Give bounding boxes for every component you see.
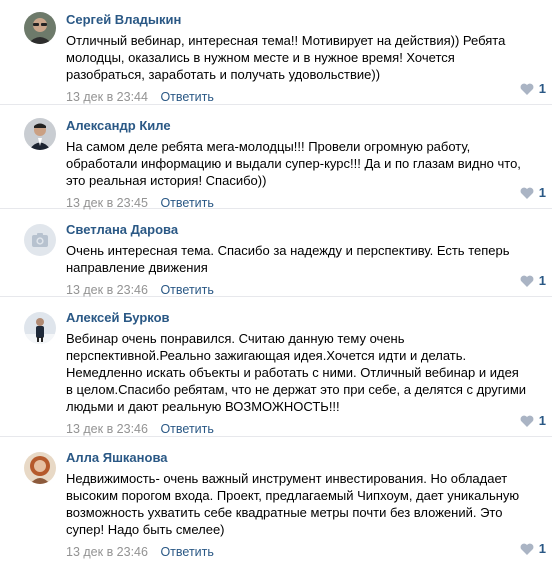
comment-item: Алла Яшканова Недвижимость- очень важный…: [0, 436, 552, 564]
like-count: 1: [538, 541, 546, 556]
comment-text: На самом деле ребята мега-молодцы!!! Про…: [66, 139, 521, 188]
comment-author[interactable]: Светлана Дарова: [66, 222, 538, 238]
avatar[interactable]: [24, 452, 56, 484]
comment-author[interactable]: Сергей Владыкин: [66, 12, 538, 28]
like-button[interactable]: 1: [520, 273, 546, 288]
comment-author[interactable]: Алла Яшканова: [66, 450, 538, 466]
heart-icon: [520, 187, 534, 199]
reply-button[interactable]: Ответить: [160, 283, 213, 297]
avatar[interactable]: [24, 224, 56, 256]
comment-date[interactable]: 13 дек в 23:44: [66, 90, 148, 104]
avatar[interactable]: [24, 312, 56, 344]
comment-item: Сергей Владыкин Отличный вебинар, интере…: [0, 0, 552, 105]
like-button[interactable]: 1: [520, 413, 546, 428]
avatar[interactable]: [24, 118, 56, 150]
comment-author[interactable]: Александр Киле: [66, 118, 538, 134]
comment-item: Алексей Бурков Вебинар очень понравился.…: [0, 296, 552, 437]
like-button[interactable]: 1: [520, 541, 546, 556]
reply-button[interactable]: Ответить: [160, 422, 213, 436]
camera-icon: [32, 233, 48, 247]
heart-icon: [520, 275, 534, 287]
comment-text: Очень интересная тема. Спасибо за надежд…: [66, 243, 510, 275]
like-count: 1: [538, 185, 546, 200]
heart-icon: [520, 543, 534, 555]
comments-feed: Сергей Владыкин Отличный вебинар, интере…: [0, 0, 552, 564]
comment-date[interactable]: 13 дек в 23:46: [66, 283, 148, 297]
like-count: 1: [538, 81, 546, 96]
comment-meta: 13 дек в 23:46 Ответить: [66, 421, 538, 437]
reply-button[interactable]: Ответить: [160, 545, 213, 559]
like-button[interactable]: 1: [520, 185, 546, 200]
comment-item: Светлана Дарова Очень интересная тема. С…: [0, 208, 552, 297]
heart-icon: [520, 83, 534, 95]
like-button[interactable]: 1: [520, 81, 546, 96]
reply-button[interactable]: Ответить: [160, 90, 213, 104]
like-count: 1: [538, 413, 546, 428]
comment-author[interactable]: Алексей Бурков: [66, 310, 538, 326]
comment-text: Отличный вебинар, интересная тема!! Моти…: [66, 33, 506, 82]
comment-text: Недвижимость- очень важный инструмент ин…: [66, 471, 520, 537]
heart-icon: [520, 415, 534, 427]
comment-text: Вебинар очень понравился. Считаю данную …: [66, 331, 527, 414]
comment-meta: 13 дек в 23:46 Ответить: [66, 544, 538, 560]
like-count: 1: [538, 273, 546, 288]
comment-meta: 13 дек в 23:44 Ответить: [66, 89, 538, 105]
comment-date[interactable]: 13 дек в 23:46: [66, 545, 148, 559]
comment-date[interactable]: 13 дек в 23:46: [66, 422, 148, 436]
avatar[interactable]: [24, 12, 56, 44]
comment-item: Александр Киле На самом деле ребята мега…: [0, 104, 552, 210]
